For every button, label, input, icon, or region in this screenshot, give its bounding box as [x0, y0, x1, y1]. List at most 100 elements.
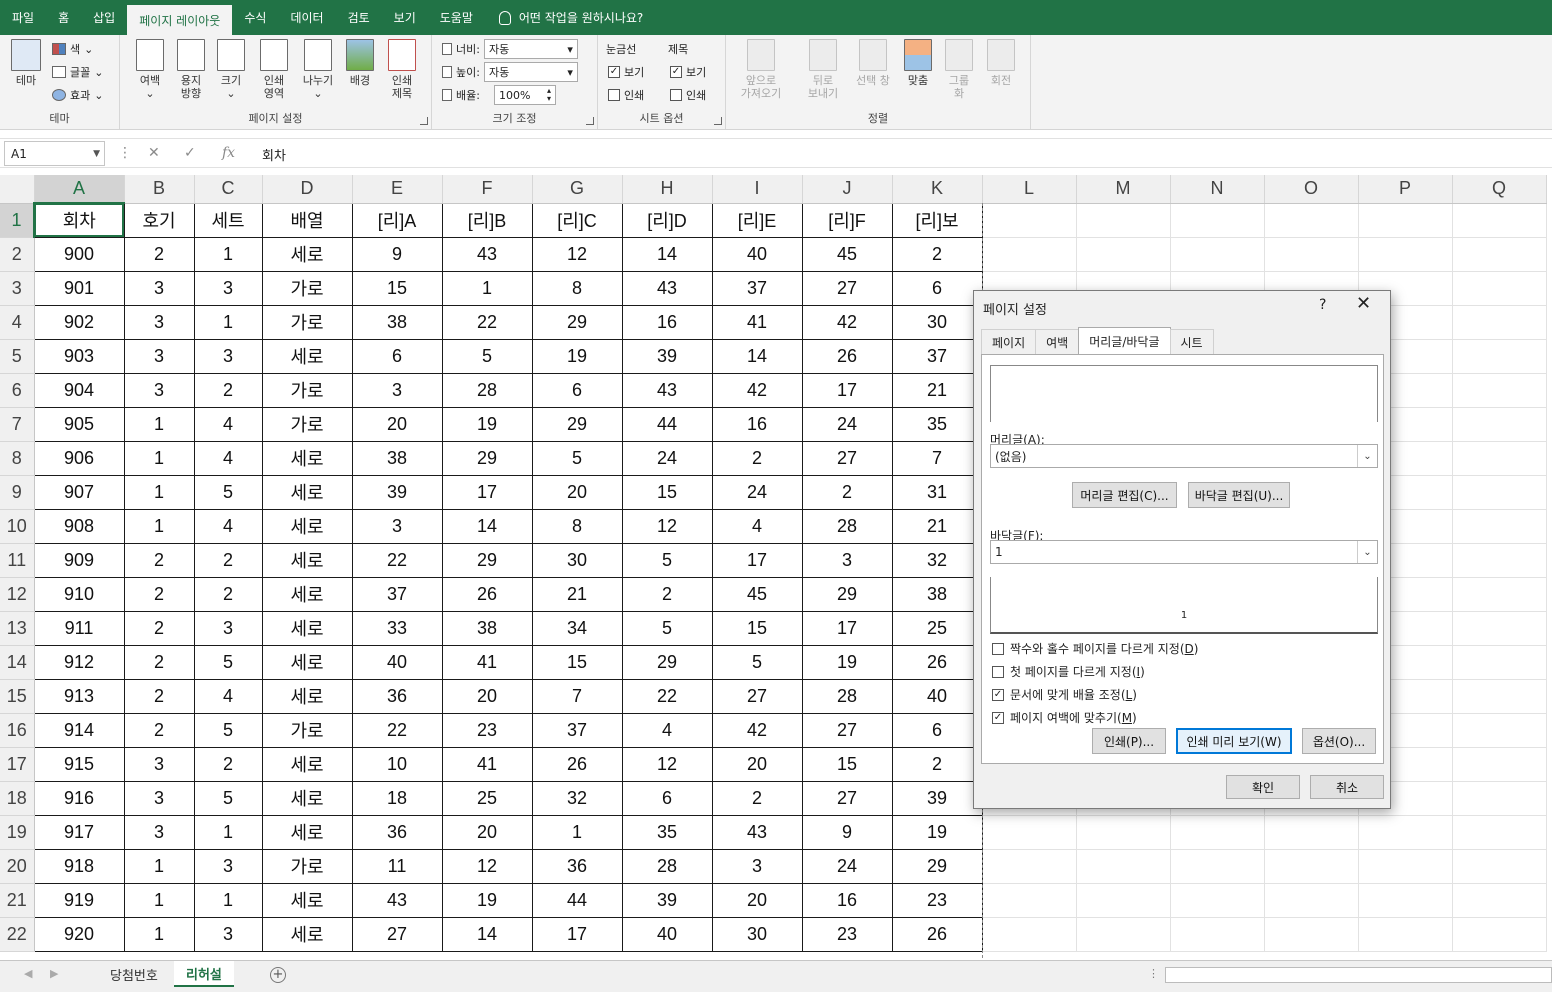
name-box[interactable]: A1 ▼ [4, 141, 105, 166]
cell[interactable]: 세로 [261, 338, 353, 374]
row-header[interactable]: 21 [0, 883, 35, 918]
cell[interactable]: 30 [531, 542, 623, 578]
cell[interactable]: 35 [891, 406, 983, 442]
empty-cell[interactable] [1452, 849, 1547, 884]
column-header[interactable]: E [352, 175, 443, 204]
row-header[interactable]: 5 [0, 339, 35, 374]
scale-with-document-check[interactable]: ✓ 문서에 맞게 배율 조정(L) [992, 686, 1137, 703]
header-select[interactable]: (없음) ⌄ [990, 444, 1378, 468]
cell[interactable]: 39 [891, 780, 983, 816]
cell[interactable]: 920 [33, 916, 125, 952]
cell[interactable]: 8 [531, 270, 623, 306]
row-header[interactable]: 15 [0, 679, 35, 714]
cell[interactable]: 906 [33, 440, 125, 476]
cell[interactable]: 1 [123, 406, 195, 442]
column-header[interactable]: P [1358, 175, 1453, 204]
row-header[interactable]: 6 [0, 373, 35, 408]
gridlines-print-check[interactable]: 인쇄 [608, 85, 644, 105]
column-header[interactable]: G [532, 175, 623, 204]
cell[interactable]: 16 [711, 406, 803, 442]
cell[interactable]: 15 [351, 270, 443, 306]
cell[interactable]: 28 [801, 678, 893, 714]
cell[interactable]: 1 [193, 882, 263, 918]
cell[interactable]: 908 [33, 508, 125, 544]
cell[interactable]: 42 [711, 372, 803, 408]
cell[interactable]: 36 [351, 814, 443, 850]
empty-cell[interactable] [1264, 883, 1359, 918]
cell[interactable]: 1 [193, 814, 263, 850]
empty-cell[interactable] [1452, 543, 1547, 578]
cell[interactable]: 4 [621, 712, 713, 748]
cell[interactable]: 34 [531, 610, 623, 646]
print-area-button[interactable]: 인쇄 영역 [256, 39, 292, 100]
cell[interactable]: 29 [441, 542, 533, 578]
cell[interactable]: 3 [123, 338, 195, 374]
selection-pane-button[interactable]: 선택 창 [850, 39, 896, 87]
cell[interactable]: 19 [531, 338, 623, 374]
colors-button[interactable]: 색 ⌄ [52, 39, 93, 59]
cell[interactable]: 19 [891, 814, 983, 850]
cell[interactable]: 39 [621, 882, 713, 918]
cell[interactable]: 29 [531, 304, 623, 340]
row-header[interactable]: 9 [0, 475, 35, 510]
cell[interactable]: 16 [801, 882, 893, 918]
cell[interactable]: 5 [711, 644, 803, 680]
tab-page-layout[interactable]: 페이지 레이아웃 [127, 5, 233, 35]
cell[interactable]: 5 [621, 610, 713, 646]
column-header[interactable]: H [622, 175, 713, 204]
scroll-left-icon[interactable]: ◀ [24, 967, 32, 980]
edit-footer-button[interactable]: 바닥글 편집(U)... [1188, 482, 1290, 508]
cell[interactable]: 1 [193, 236, 263, 272]
options-button[interactable]: 옵션(O)... [1302, 728, 1376, 754]
row-header[interactable]: 4 [0, 305, 35, 340]
empty-cell[interactable] [1452, 883, 1547, 918]
cell[interactable]: 1 [123, 474, 195, 510]
cell[interactable]: 40 [621, 916, 713, 952]
cell[interactable]: 21 [531, 576, 623, 612]
cell[interactable]: 5 [193, 474, 263, 510]
empty-cell[interactable] [1358, 849, 1453, 884]
empty-cell[interactable] [1452, 577, 1547, 612]
different-first-page-check[interactable]: 첫 페이지를 다르게 지정(I) [992, 663, 1145, 680]
cell[interactable]: 2 [123, 610, 195, 646]
cell[interactable]: 1 [441, 270, 533, 306]
cell[interactable]: 4 [193, 440, 263, 476]
cell[interactable]: 23 [441, 712, 533, 748]
cell[interactable]: 7 [891, 440, 983, 476]
row-header[interactable]: 20 [0, 849, 35, 884]
cell[interactable]: 4 [711, 508, 803, 544]
cell[interactable]: 3 [123, 814, 195, 850]
cell[interactable]: 3 [193, 338, 263, 374]
themes-button[interactable]: 테마 [8, 39, 44, 87]
cell[interactable]: 세로 [261, 644, 353, 680]
cell[interactable]: 24 [801, 848, 893, 884]
empty-cell[interactable] [1452, 203, 1547, 238]
tab-sheet[interactable]: 시트 [1169, 329, 1214, 354]
height-combo[interactable]: 자동 ▾ [483, 62, 578, 82]
sheet-tab-rehearsal[interactable]: 리허설 [174, 961, 234, 987]
cell[interactable]: 1 [193, 304, 263, 340]
cell[interactable]: 1 [123, 882, 195, 918]
cell[interactable]: 3 [123, 780, 195, 816]
empty-cell[interactable] [1452, 441, 1547, 476]
cell[interactable]: 1 [123, 508, 195, 544]
column-header[interactable]: O [1264, 175, 1359, 204]
cell[interactable]: 44 [531, 882, 623, 918]
cell[interactable]: 23 [801, 916, 893, 952]
cell[interactable]: 12 [621, 746, 713, 782]
cell[interactable]: 19 [441, 882, 533, 918]
tab-file[interactable]: 파일 [0, 0, 46, 35]
cell[interactable]: 10 [351, 746, 443, 782]
cell[interactable]: 17 [801, 610, 893, 646]
cell[interactable]: 903 [33, 338, 125, 374]
tab-page[interactable]: 페이지 [981, 329, 1037, 354]
formula-input[interactable]: 회차 [262, 145, 286, 164]
cell[interactable]: 905 [33, 406, 125, 442]
cell[interactable]: 5 [193, 644, 263, 680]
add-sheet-icon[interactable]: + [270, 967, 286, 983]
cell[interactable]: 6 [531, 372, 623, 408]
cell[interactable]: [리]보 [891, 202, 983, 238]
cell[interactable]: 43 [351, 882, 443, 918]
cell[interactable]: 5 [621, 542, 713, 578]
insert-function-icon[interactable]: fx [222, 145, 235, 161]
